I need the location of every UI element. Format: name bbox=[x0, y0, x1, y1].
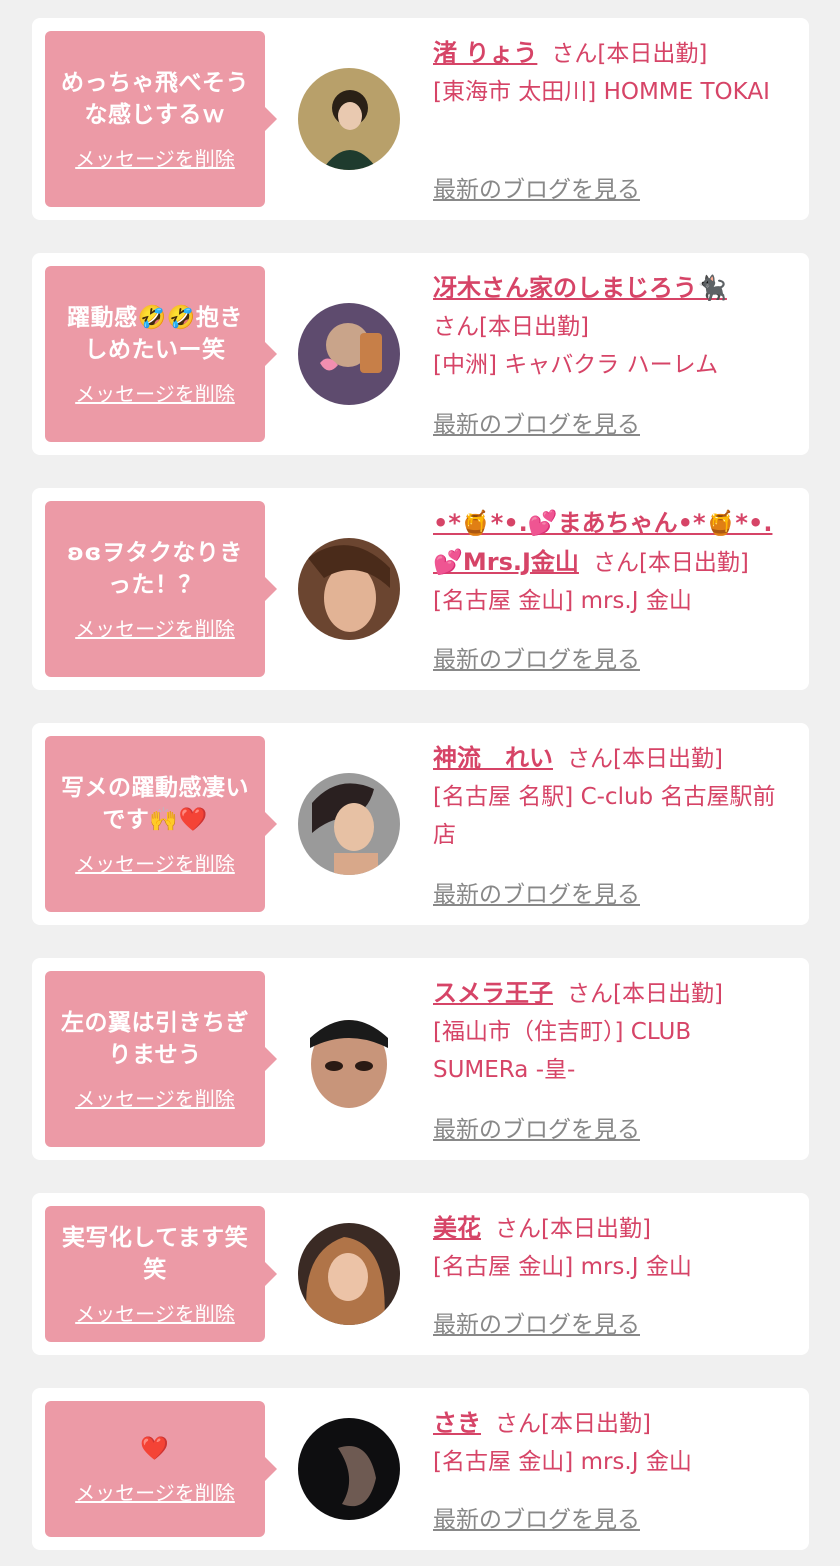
cast-name-link[interactable]: スメラ王子 bbox=[433, 979, 553, 1007]
message-bubble: ʚɞヲタクなりきった！？ メッセージを削除 bbox=[45, 501, 277, 677]
message-bubble: 左の翼は引きちぎりませう メッセージを削除 bbox=[45, 971, 277, 1147]
avatar[interactable] bbox=[298, 68, 400, 170]
latest-blog-link[interactable]: 最新のブログを見る bbox=[433, 1500, 640, 1534]
shop-text: [名古屋 金山] mrs.J 金山 bbox=[433, 588, 692, 614]
delete-message-link[interactable]: メッセージを削除 bbox=[75, 848, 235, 877]
message-text: ❤️ bbox=[140, 1435, 170, 1462]
delete-message-link[interactable]: メッセージを削除 bbox=[75, 143, 235, 172]
message-text: 躍動感🤣🤣抱きしめたいー笑 bbox=[67, 304, 243, 363]
status-text: さん[本日出勤] bbox=[592, 550, 749, 576]
shop-text: [名古屋 金山] mrs.J 金山 bbox=[433, 1449, 692, 1475]
status-text: さん[本日出勤] bbox=[551, 41, 708, 67]
list-item: 写メの躍動感凄いです🙌❤️ メッセージを削除 神流 れい さん[本日出勤] [名古… bbox=[32, 723, 809, 925]
cast-name-link[interactable]: 美花 bbox=[433, 1214, 481, 1242]
cast-name-link[interactable]: 冴木さん家のしまじろう🐈‍⬛ bbox=[433, 274, 727, 302]
cast-info: •*🍯*•.💕まあちゃん•*🍯*•.💕Mrs.J金山 さん[本日出勤] [名古屋 … bbox=[433, 504, 791, 620]
latest-blog-link[interactable]: 最新のブログを見る bbox=[433, 405, 640, 439]
shop-text: [名古屋 金山] mrs.J 金山 bbox=[433, 1254, 692, 1280]
list-item: ʚɞヲタクなりきった！？ メッセージを削除 •*🍯*•.💕まあちゃん•*🍯*•.… bbox=[32, 488, 809, 690]
list-item: 躍動感🤣🤣抱きしめたいー笑 メッセージを削除 冴木さん家のしまじろう🐈‍⬛ さん… bbox=[32, 253, 809, 455]
latest-blog-link[interactable]: 最新のブログを見る bbox=[433, 170, 640, 204]
cast-name-link[interactable]: さき bbox=[433, 1409, 481, 1437]
status-text: さん[本日出勤] bbox=[495, 1411, 651, 1437]
latest-blog-link[interactable]: 最新のブログを見る bbox=[433, 640, 640, 674]
message-text: ʚɞヲタクなりきった！？ bbox=[67, 539, 243, 598]
cast-name-link[interactable]: 神流 れい bbox=[433, 744, 553, 772]
list-item: 実写化してます笑笑 メッセージを削除 美花 さん[本日出勤] [名古屋 金山] m… bbox=[32, 1193, 809, 1355]
list-item: めっちゃ飛べそうな感じするｗ メッセージを削除 渚 りょう さん[本日出勤] [東… bbox=[32, 18, 809, 220]
delete-message-link[interactable]: メッセージを削除 bbox=[75, 1477, 235, 1506]
delete-message-link[interactable]: メッセージを削除 bbox=[75, 1298, 235, 1327]
latest-blog-link[interactable]: 最新のブログを見る bbox=[433, 875, 640, 909]
message-bubble: 写メの躍動感凄いです🙌❤️ メッセージを削除 bbox=[45, 736, 277, 912]
message-bubble: 実写化してます笑笑 メッセージを削除 bbox=[45, 1206, 277, 1342]
status-text: さん[本日出勤] bbox=[567, 746, 723, 772]
cast-info: 神流 れい さん[本日出勤] [名古屋 名駅] C-club 名古屋駅前店 bbox=[433, 739, 791, 854]
message-text: めっちゃ飛べそうな感じするｗ bbox=[61, 69, 249, 128]
delete-message-link[interactable]: メッセージを削除 bbox=[75, 613, 235, 642]
list-item: ❤️ メッセージを削除 さき さん[本日出勤] [名古屋 金山] mrs.J 金山… bbox=[32, 1388, 809, 1550]
cast-info: 渚 りょう さん[本日出勤] [東海市 太田川] HOMME TOKAI bbox=[433, 34, 791, 111]
delete-message-link[interactable]: メッセージを削除 bbox=[75, 378, 235, 407]
shop-text: [名古屋 名駅] C-club 名古屋駅前店 bbox=[433, 784, 776, 848]
cast-info: 冴木さん家のしまじろう🐈‍⬛ さん[本日出勤] [中洲] キャバクラ ハーレム bbox=[433, 269, 779, 384]
message-bubble: めっちゃ飛べそうな感じするｗ メッセージを削除 bbox=[45, 31, 277, 207]
cast-info: スメラ王子 さん[本日出勤] [福山市（住吉町）] CLUB SUMERa -皇- bbox=[433, 974, 791, 1089]
message-text: 左の翼は引きちぎりませう bbox=[61, 1009, 249, 1068]
list-item: 左の翼は引きちぎりませう メッセージを削除 スメラ王子 さん[本日出勤] [福山市… bbox=[32, 958, 809, 1160]
status-text: さん[本日出勤] bbox=[495, 1216, 651, 1242]
message-text: 写メの躍動感凄いです🙌❤️ bbox=[61, 774, 249, 833]
shop-text: [福山市（住吉町）] CLUB SUMERa -皇- bbox=[433, 1019, 692, 1083]
avatar[interactable] bbox=[298, 303, 400, 405]
status-text: さん[本日出勤] bbox=[433, 314, 589, 340]
cast-info: 美花 さん[本日出勤] [名古屋 金山] mrs.J 金山 bbox=[433, 1209, 791, 1286]
avatar[interactable] bbox=[298, 1223, 400, 1325]
avatar[interactable] bbox=[298, 1008, 400, 1110]
avatar[interactable] bbox=[298, 1418, 400, 1520]
cast-name-link[interactable]: 渚 りょう bbox=[433, 39, 537, 67]
avatar[interactable] bbox=[298, 773, 400, 875]
status-text: さん[本日出勤] bbox=[567, 981, 723, 1007]
avatar[interactable] bbox=[298, 538, 400, 640]
message-bubble: 躍動感🤣🤣抱きしめたいー笑 メッセージを削除 bbox=[45, 266, 277, 442]
message-list: めっちゃ飛べそうな感じするｗ メッセージを削除 渚 りょう さん[本日出勤] [東… bbox=[0, 0, 840, 1566]
latest-blog-link[interactable]: 最新のブログを見る bbox=[433, 1305, 640, 1339]
delete-message-link[interactable]: メッセージを削除 bbox=[75, 1083, 235, 1112]
cast-info: さき さん[本日出勤] [名古屋 金山] mrs.J 金山 bbox=[433, 1404, 791, 1481]
message-bubble: ❤️ メッセージを削除 bbox=[45, 1401, 277, 1537]
shop-text: [東海市 太田川] HOMME TOKAI bbox=[433, 79, 770, 105]
message-text: 実写化してます笑笑 bbox=[61, 1224, 249, 1283]
latest-blog-link[interactable]: 最新のブログを見る bbox=[433, 1110, 640, 1144]
shop-text: [中洲] キャバクラ ハーレム bbox=[433, 352, 719, 378]
